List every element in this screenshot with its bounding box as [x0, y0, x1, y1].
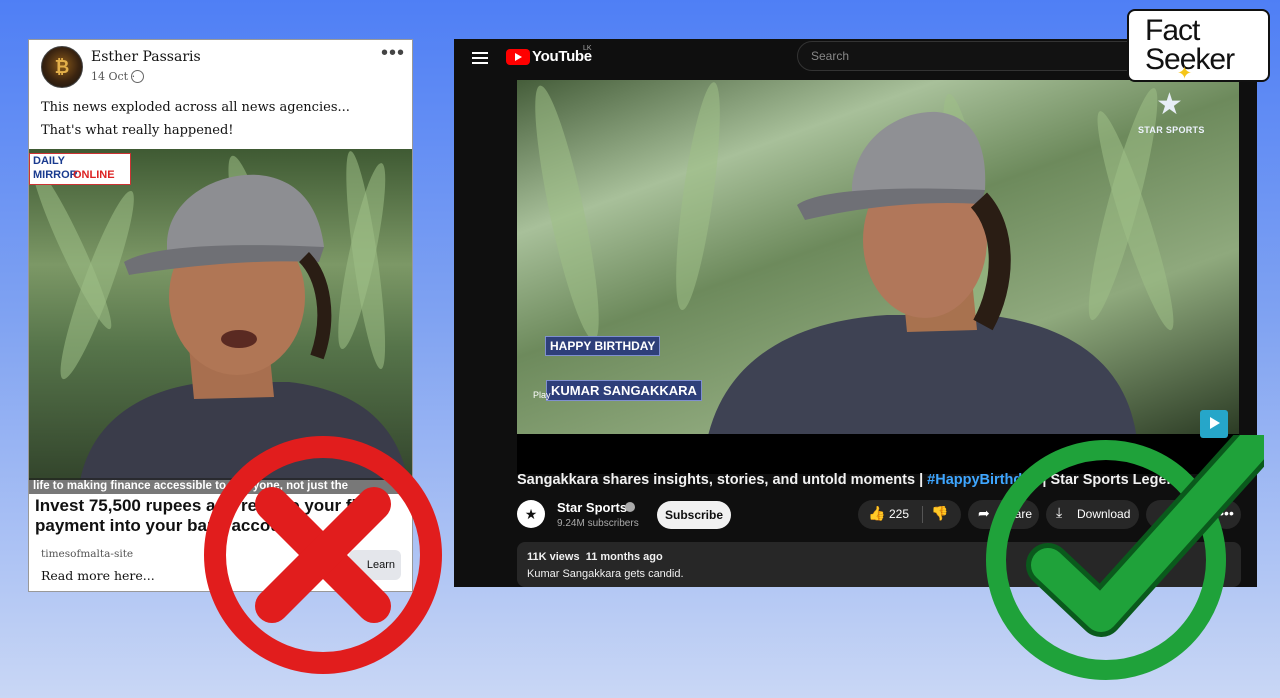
star-icon: ✦: [1177, 63, 1193, 83]
post-text-line-2: That's what really happened!: [41, 123, 234, 138]
subscribe-watermark-icon[interactable]: [1200, 410, 1228, 438]
post-date: 14 Oct ·: [91, 70, 136, 83]
fact-seeker-logo: Fact Seeker ✦: [1127, 9, 1270, 83]
sangakkara-figure: [708, 111, 1136, 434]
like-count: 225: [889, 507, 910, 521]
description-text: Kumar Sangakkara gets candid.: [527, 568, 684, 580]
subscriber-count: 9.24M subscribers: [557, 518, 639, 529]
thumbs-down-icon[interactable]: 👎: [931, 505, 948, 522]
subscribe-button[interactable]: Subscribe: [657, 501, 731, 529]
ad-source-site: timesofmalta-site: [41, 548, 134, 560]
false-cross-icon: [204, 436, 442, 674]
true-checkmark-icon: [986, 435, 1264, 680]
name-overlay: KUMAR SANGAKKARA: [546, 380, 702, 401]
channel-name[interactable]: Star Sports: [557, 500, 627, 515]
more-options-icon[interactable]: •••: [381, 42, 405, 65]
youtube-play-logo-icon[interactable]: [506, 49, 530, 65]
star-sports-logo: ★ STAR SPORTS: [1138, 88, 1205, 135]
post-image[interactable]: DAILY MIRROR ONLINE: [29, 149, 412, 480]
daily-mirror-logo: DAILY MIRROR ONLINE: [29, 153, 131, 185]
globe-icon: [131, 70, 144, 83]
verified-icon: [625, 502, 635, 512]
happy-birthday-overlay: HAPPY BIRTHDAY: [545, 336, 661, 356]
channel-avatar[interactable]: ★: [517, 500, 545, 528]
post-text-line-1: This news exploded across all news agenc…: [41, 100, 350, 115]
search-input[interactable]: Search: [797, 41, 1177, 71]
like-dislike-group[interactable]: 👍 225 👎: [858, 500, 961, 529]
upload-age: 11 months ago: [585, 551, 663, 563]
menu-icon[interactable]: [472, 49, 488, 67]
country-code: LK: [583, 45, 592, 52]
star-icon: ★: [1156, 88, 1183, 121]
play-label[interactable]: Play: [533, 390, 551, 400]
post-author[interactable]: Esther Passaris: [91, 49, 201, 65]
view-count: 11K views: [527, 551, 580, 563]
read-more-link[interactable]: Read more here...: [41, 568, 155, 583]
thumbs-up-icon[interactable]: 👍: [868, 505, 885, 522]
author-avatar[interactable]: ₿: [41, 46, 83, 88]
